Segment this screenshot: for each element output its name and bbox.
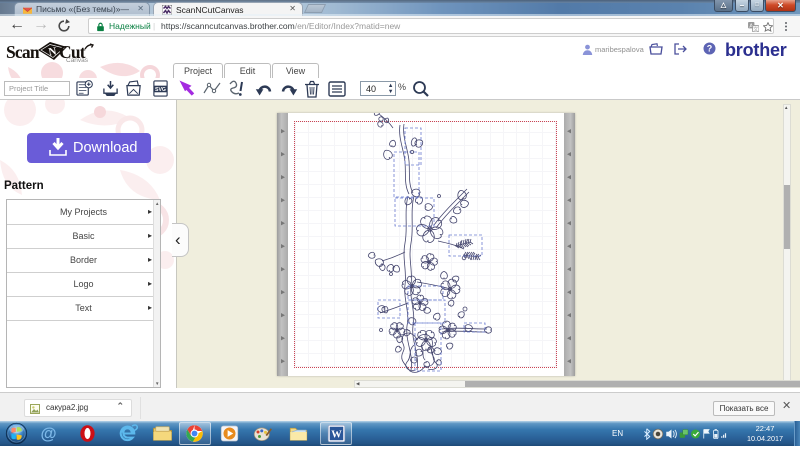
- svg-text:W: W: [331, 430, 342, 441]
- svg-text:?: ?: [707, 44, 713, 54]
- svg-text:@: @: [40, 425, 56, 443]
- svg-text:SVG: SVG: [155, 87, 166, 93]
- svg-text:文: 文: [753, 26, 758, 32]
- svg-text:N: N: [48, 45, 58, 58]
